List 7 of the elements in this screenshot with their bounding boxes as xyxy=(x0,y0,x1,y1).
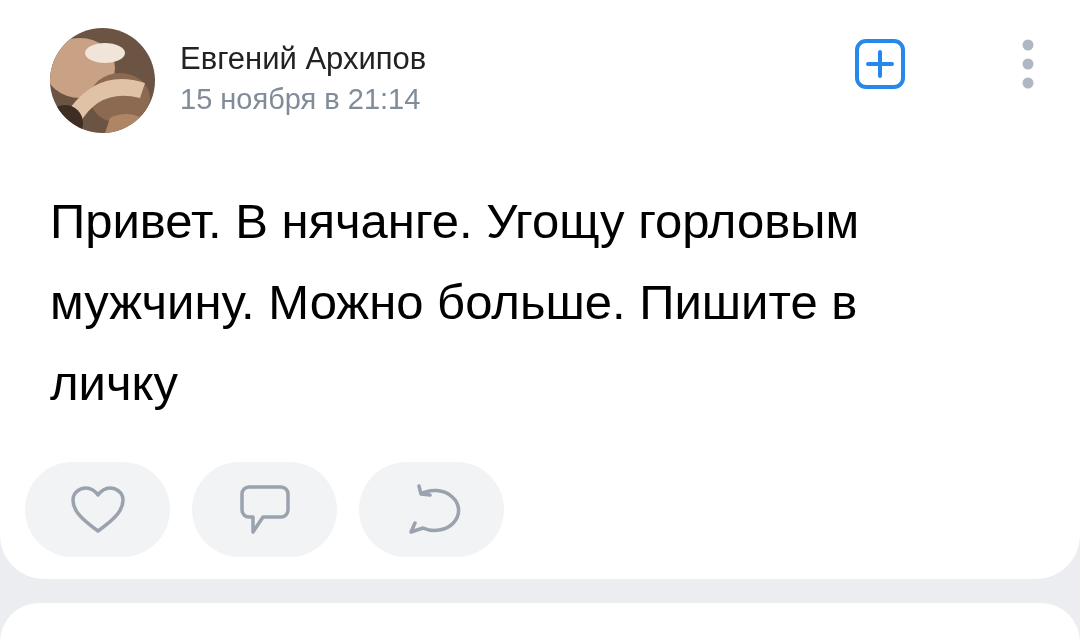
post-date: 15 ноября в 21:14 xyxy=(180,83,422,116)
add-icon[interactable] xyxy=(854,38,906,90)
heart-icon xyxy=(69,484,126,535)
speech-bubble-icon xyxy=(238,483,291,536)
more-icon[interactable] xyxy=(1021,38,1035,90)
author-name[interactable]: Евгений Архипов xyxy=(180,41,829,77)
post-text: Привет. В нячанге. Угощу горловым мужчину. Можно больше. Пишите в личку xyxy=(50,193,861,412)
